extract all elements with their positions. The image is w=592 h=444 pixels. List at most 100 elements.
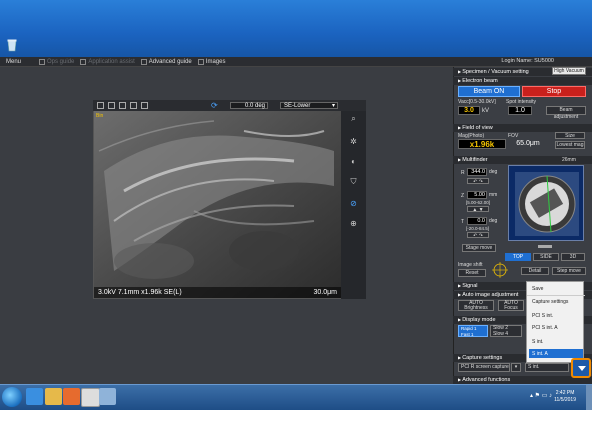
grid-icon[interactable] xyxy=(130,102,137,109)
application-assist-button[interactable]: Application assist xyxy=(80,58,135,65)
t-axis-stepper[interactable]: ↶ ↷ xyxy=(467,232,489,239)
zoom-icon[interactable]: ⌕ xyxy=(349,114,358,123)
clock-time: 2:42 PM xyxy=(555,390,575,396)
step-move-button[interactable]: Step move xyxy=(552,267,586,275)
sem-image[interactable] xyxy=(94,111,341,298)
sem-app-icon[interactable] xyxy=(81,388,100,407)
menu-button[interactable]: Menu xyxy=(6,59,21,65)
magnify-icon[interactable]: ⊕ xyxy=(349,219,358,228)
focus-icon[interactable]: ⊘ xyxy=(349,199,358,208)
view-3d-tab[interactable]: 3D xyxy=(561,253,585,261)
images-button[interactable]: Images xyxy=(197,58,226,65)
beam-adjustment-button[interactable]: Beam adjustment xyxy=(546,106,586,120)
media-player-icon[interactable] xyxy=(63,388,80,405)
z-axis-stepper[interactable]: ▲ ▼ xyxy=(467,206,489,213)
stop-button[interactable]: Stop xyxy=(522,86,586,97)
display-mode-fast-button[interactable]: Rapid 1 Fast 1 xyxy=(458,325,488,337)
size-select[interactable]: Size xyxy=(555,132,585,139)
t-axis-value[interactable]: 0.0 xyxy=(467,217,487,225)
r-axis-unit: deg xyxy=(489,169,498,175)
capture-mode-select[interactable]: PCI R screen capture xyxy=(458,363,510,372)
electron-beam-header[interactable]: Electron beam xyxy=(453,77,592,85)
application-assist-icon xyxy=(80,58,87,65)
display-mode-slow-button[interactable]: Slow 2 Slow 4 xyxy=(490,325,522,337)
field-of-view-header[interactable]: Field of view xyxy=(453,124,592,132)
auto-brightness-button[interactable]: AUTO Brightness xyxy=(458,300,494,311)
taskbar-clock[interactable]: 2:42 PM 11/5/2019 xyxy=(554,390,576,404)
show-desktop-button[interactable] xyxy=(586,385,592,410)
screen-icon[interactable] xyxy=(108,102,115,109)
desktop-background xyxy=(0,0,592,57)
multifinder-slider[interactable] xyxy=(538,245,552,248)
reset-button[interactable]: Reset xyxy=(458,269,486,277)
internet-explorer-icon[interactable] xyxy=(26,388,43,405)
high-vacuum-button[interactable]: High Vacuum xyxy=(552,67,586,75)
capture-menu: Save Capture settings PCI S int. PCI S i… xyxy=(526,281,585,363)
image-info-bar: 3.0kV 7.1mm x1.96k SE(L) 30.0μm xyxy=(94,287,341,298)
application-assist-label: Application assist xyxy=(88,58,135,65)
contrast-icon[interactable]: ◐ xyxy=(349,157,358,166)
file-explorer-icon[interactable] xyxy=(45,388,62,405)
shield-icon[interactable]: ⛉ xyxy=(349,177,358,186)
t-axis-range: [-20.0-84.5] xyxy=(466,226,490,231)
view-side-tab[interactable]: SIDE xyxy=(533,253,559,261)
detail-button[interactable]: Detail xyxy=(521,267,549,275)
stage-move-button[interactable]: Stage move xyxy=(462,244,496,252)
multifinder-view[interactable] xyxy=(508,165,584,241)
start-button[interactable] xyxy=(2,387,22,407)
beam-on-label: Beam ON xyxy=(473,88,505,95)
ops-guide-button[interactable]: Ops guide xyxy=(39,58,74,65)
login-name: Login Name: SU5000 xyxy=(501,58,554,64)
capture-menu-s-int-a[interactable]: S int. A xyxy=(532,351,548,357)
magnification-value[interactable]: x1.96k xyxy=(458,139,506,149)
capture-menu-settings[interactable]: Capture settings xyxy=(532,299,568,305)
z-axis-value[interactable]: 5.00 xyxy=(467,191,487,199)
detector-select[interactable]: SE-Lower ▾ xyxy=(280,102,338,109)
beam-on-button[interactable]: Beam ON xyxy=(458,86,520,97)
capture-menu-pci-s-int-a[interactable]: PCI S int. A xyxy=(532,325,558,331)
capture-menu-pci-s-int[interactable]: PCI S int. xyxy=(532,313,553,319)
capture-menu-s-int[interactable]: S int. xyxy=(532,339,543,345)
advanced-guide-icon xyxy=(140,58,147,65)
pause-icon[interactable] xyxy=(97,102,104,109)
images-label: Images xyxy=(205,58,226,65)
rotation-field[interactable]: 0.0 deg xyxy=(230,102,268,109)
settings-app-icon[interactable] xyxy=(99,388,116,405)
detector-select-value: SE-Lower xyxy=(284,103,311,109)
view-top-tab[interactable]: TOP xyxy=(505,253,531,261)
crosshair-icon[interactable] xyxy=(119,102,126,109)
auto-focus-button[interactable]: AUTO Focus xyxy=(498,300,524,311)
recycle-bin-icon[interactable] xyxy=(6,38,18,52)
capture-menu-save[interactable]: Save xyxy=(532,286,543,292)
advanced-guide-label: Advanced guide xyxy=(148,58,192,65)
multifinder-size: 26mm xyxy=(562,157,576,163)
spot-intensity-label: Spot intensity xyxy=(506,99,537,105)
lowest-mag-button[interactable]: Lowest mag xyxy=(555,141,585,149)
menu-divider xyxy=(527,295,585,296)
r-axis-label: R xyxy=(461,170,465,176)
image-shift-crosshair-icon[interactable] xyxy=(492,262,508,278)
r-axis-value[interactable]: 344.0 xyxy=(467,168,487,176)
rotate-icon[interactable]: ⟳ xyxy=(211,101,220,110)
viewer-side-toolbar: ⌕ ✲ ◐ ⛉ ⊘ ⊕ xyxy=(341,111,366,299)
chevron-down-icon xyxy=(578,366,586,371)
capture-dropdown-button[interactable] xyxy=(571,358,591,378)
split-view-icon[interactable] xyxy=(141,102,148,109)
image-conditions: 3.0kV 7.1mm x1.96k SE(L) xyxy=(98,289,182,296)
z-axis-range: [5.00-62.00] xyxy=(466,200,491,205)
capture-mode-dropdown[interactable]: ▾ xyxy=(511,363,521,372)
capture-value-select[interactable]: S int. xyxy=(525,363,569,372)
image-shift-label: Image shift xyxy=(458,262,483,268)
settings-icon[interactable]: ✲ xyxy=(349,137,358,146)
spot-intensity-value[interactable]: 1.0 xyxy=(508,106,532,115)
slow4-label: Slow 4 xyxy=(493,330,509,337)
scale-bar-label: 30.0μm xyxy=(313,289,338,296)
r-axis-stepper[interactable]: ↶ ↷ xyxy=(467,178,489,185)
vacc-value[interactable]: 3.0 xyxy=(458,106,480,115)
chevron-down-icon: ▾ xyxy=(331,103,335,109)
ops-guide-icon xyxy=(39,58,46,65)
advanced-guide-button[interactable]: Advanced guide xyxy=(140,58,192,65)
t-axis-label: T xyxy=(461,219,465,225)
clock-date: 11/5/2019 xyxy=(554,397,576,403)
fov-value: 65.0μm xyxy=(516,140,540,147)
